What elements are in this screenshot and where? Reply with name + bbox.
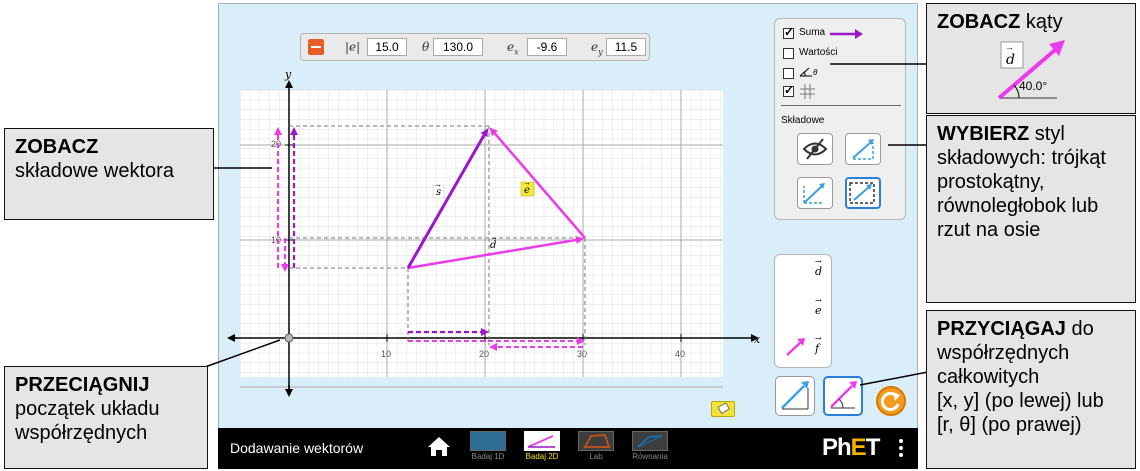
navigation-bar: Dodawanie wektorów Badaj 1D Badaj 2D Lab… xyxy=(218,428,918,469)
angle-icon xyxy=(799,67,812,77)
callout-view-angles: ZOBACZ kąty → d 40.0° xyxy=(926,3,1136,114)
toolbox-f-arrow-icon[interactable] xyxy=(785,337,807,357)
components-parallelogram-button[interactable] xyxy=(797,177,833,209)
svg-text:→: → xyxy=(1005,42,1014,52)
x-tick-40: 40 xyxy=(675,349,685,359)
snap-cartesian-button[interactable] xyxy=(775,376,815,416)
home-icon[interactable] xyxy=(428,436,450,456)
svg-text:→: → xyxy=(490,233,498,242)
phet-logo[interactable]: PhET xyxy=(822,434,880,462)
callout-choose-style: WYBIERZ styl składowych: trójkąt prostok… xyxy=(926,115,1136,303)
explore-2d-icon xyxy=(524,431,560,451)
x-tick-20: 20 xyxy=(479,349,489,359)
ey-label: ey xyxy=(591,40,603,57)
eraser-button[interactable] xyxy=(711,401,735,417)
polar-snap-icon xyxy=(830,381,857,409)
sum-checkbox[interactable] xyxy=(783,25,794,39)
toolbox-d[interactable]: → d xyxy=(815,257,822,278)
projection-style-icon xyxy=(849,182,875,204)
x-axis-label: x xyxy=(754,333,761,346)
eraser-icon xyxy=(717,402,730,415)
toolbox-f[interactable]: → f xyxy=(815,334,822,355)
angle-example-icon: → d 40.0° xyxy=(997,40,1065,100)
explore-1d-icon xyxy=(470,431,506,451)
origin-handle[interactable] xyxy=(284,333,294,343)
x-tick-10: 10 xyxy=(381,349,391,359)
magnitude-label: |e| xyxy=(345,40,361,54)
sum-arrow-icon xyxy=(830,29,863,39)
svg-text:d: d xyxy=(1006,52,1015,68)
screen-tab-lab[interactable]: Lab xyxy=(574,431,618,467)
svg-text:→: → xyxy=(434,180,442,189)
y-axis-label: y xyxy=(284,68,292,81)
screen-tab-equations[interactable]: Równania xyxy=(628,431,672,467)
parallelogram-style-icon xyxy=(803,183,825,204)
options-menu-icon[interactable] xyxy=(898,437,904,461)
svg-text:→: → xyxy=(523,178,531,187)
callout-snap: PRZYCIĄGAJ do współrzędnych całkowitych … xyxy=(926,310,1136,469)
vector-toolbox: → d → e → f xyxy=(774,254,832,368)
svg-text:40.0°: 40.0° xyxy=(1019,79,1047,93)
grid-checkbox[interactable] xyxy=(783,83,794,97)
y-tick-20: 20 xyxy=(271,139,281,149)
snap-polar-button[interactable] xyxy=(823,376,863,416)
components-label: Składowe xyxy=(781,115,825,126)
sim-title: Dodawanie wektorów xyxy=(230,440,364,456)
screen-tab-2d[interactable]: Badaj 2D xyxy=(520,431,564,467)
reset-all-button[interactable] xyxy=(876,386,906,416)
callout-view-components: ZOBACZ składowe wektora xyxy=(4,128,214,220)
components-hidden-button[interactable] xyxy=(797,133,833,165)
callout-drag-origin: PRZECIĄGNIJ początek układu współrzędnyc… xyxy=(4,366,208,469)
angle-checkbox[interactable] xyxy=(783,68,794,79)
components-projection-button[interactable] xyxy=(845,177,881,209)
ex-value: -9.6 xyxy=(527,38,567,56)
angle-label: θ xyxy=(422,40,430,54)
grid-icon xyxy=(800,84,815,99)
ex-label: ex xyxy=(507,40,519,57)
collapse-button[interactable] xyxy=(308,39,324,55)
cartesian-snap-icon xyxy=(781,381,809,410)
magnitude-value: 15.0 xyxy=(367,38,407,56)
values-label: Wartości xyxy=(799,47,838,58)
sum-label: Suma xyxy=(799,27,826,38)
vector-values-bar: |e| 15.0 θ 130.0 ex -9.6 ey 11.5 xyxy=(300,33,650,61)
reset-icon xyxy=(880,392,900,411)
graph-controls-panel: Suma Wartości θ Składowe xyxy=(774,18,906,220)
toolbox-e[interactable]: → e xyxy=(815,296,822,317)
components-triangle-button[interactable] xyxy=(845,133,881,165)
y-tick-10: 10 xyxy=(271,235,281,245)
triangle-style-icon xyxy=(852,139,874,160)
panel-separator xyxy=(781,105,901,106)
eye-hidden-icon xyxy=(802,138,828,160)
angle-value: 130.0 xyxy=(433,38,483,56)
values-checkbox[interactable] xyxy=(783,48,794,59)
screen-tab-1d[interactable]: Badaj 1D xyxy=(466,431,510,467)
grid-minor xyxy=(240,90,723,377)
lab-icon xyxy=(578,431,614,451)
ey-value: 11.5 xyxy=(606,38,646,56)
equations-icon xyxy=(632,431,668,451)
x-tick-30: 30 xyxy=(577,349,587,359)
